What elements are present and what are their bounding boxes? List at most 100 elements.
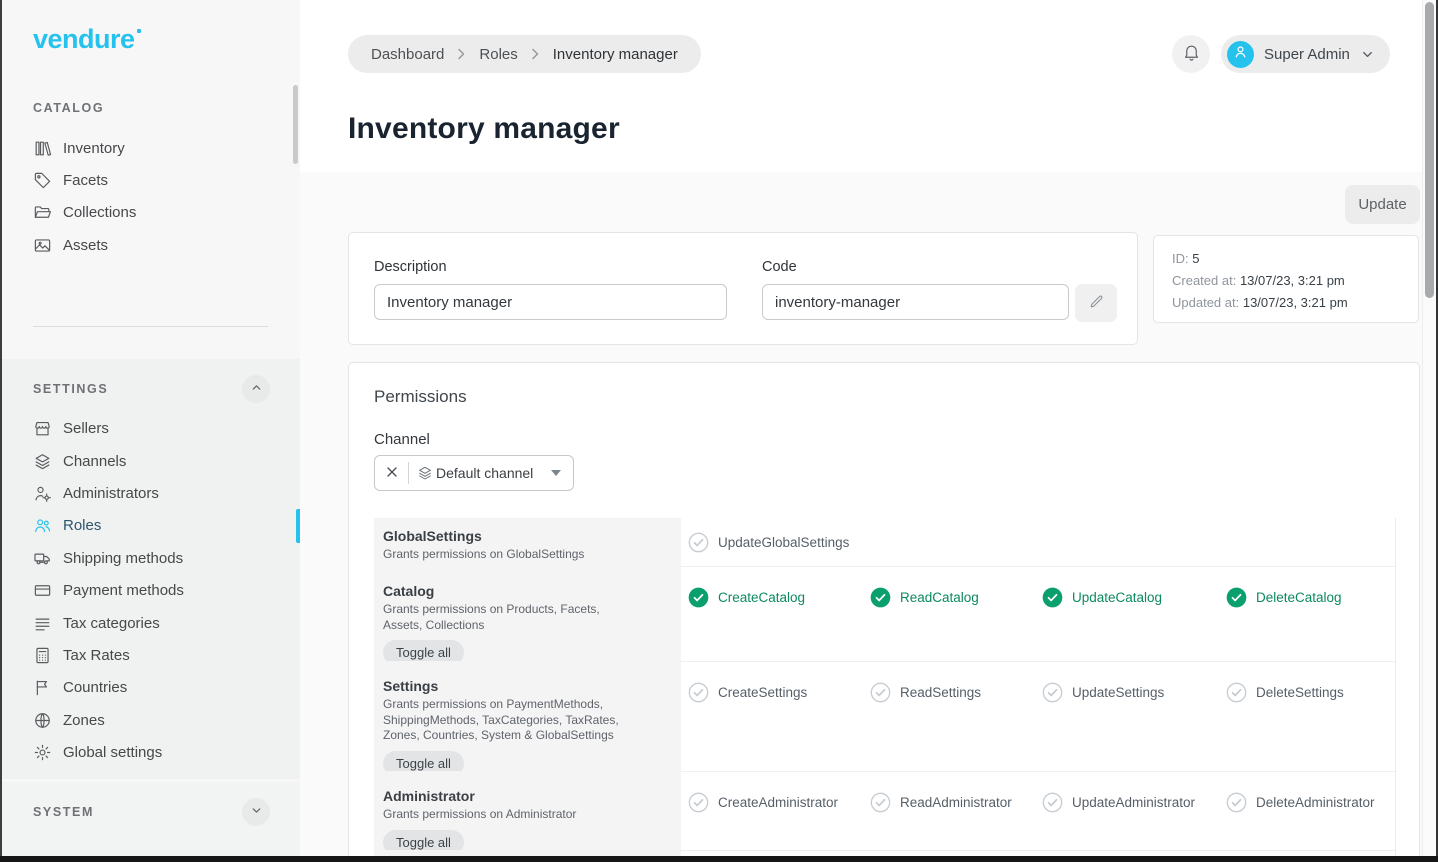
facets-icon [33,171,52,190]
sidebar-section-catalog: CATALOG InventoryFacetsCollectionsAssets [0,92,300,262]
channels-icon [33,452,52,471]
user-name: Super Admin [1264,46,1350,63]
meta-id: ID: 5 [1172,248,1400,270]
permission-readadministrator[interactable]: ReadAdministrator [870,791,1042,813]
permission-createsettings[interactable]: CreateSettings [688,681,870,703]
sidebar-scrollbar-thumb[interactable] [293,85,298,164]
sidebar-item-inventory[interactable]: Inventory [0,132,300,164]
sidebar-item-shipping-methods[interactable]: Shipping methods [0,542,300,574]
checked-circle-icon [1226,587,1247,608]
sidebar-item-zones[interactable]: Zones [0,704,300,736]
permission-createadministrator[interactable]: CreateAdministrator [688,791,870,813]
permission-group-info: CatalogGrants permissions on Products, F… [374,566,681,661]
permission-group-name: Catalog [383,583,641,599]
notifications-button[interactable] [1172,35,1210,73]
collapse-system-button[interactable] [242,798,270,826]
sidebar-item-administrators[interactable]: Administrators [0,477,300,509]
unchecked-circle-icon [688,682,709,703]
table-scrollbar-track[interactable] [1395,518,1396,862]
app-window: vendure CATALOG InventoryFacetsCollection… [0,0,1438,862]
permission-deletecatalog[interactable]: DeleteCatalog [1226,586,1396,608]
unchecked-circle-icon [870,682,891,703]
sidebar-item-countries[interactable]: Countries [0,672,300,704]
breadcrumb-inventory-manager: Inventory manager [553,46,678,63]
channels-icon [417,465,433,481]
page-title: Inventory manager [348,112,620,146]
permission-deletesettings[interactable]: DeleteSettings [1226,681,1396,703]
countries-icon [33,678,52,697]
permission-updateglobalsettings[interactable]: UpdateGlobalSettings [688,531,870,553]
unchecked-circle-icon [688,792,709,813]
user-menu[interactable]: Super Admin [1221,35,1390,73]
sidebar-item-roles[interactable]: Roles [0,510,300,542]
breadcrumb-dashboard[interactable]: Dashboard [371,46,444,63]
permission-updatecatalog[interactable]: UpdateCatalog [1042,586,1226,608]
sidebar-item-channels[interactable]: Channels [0,445,300,477]
page-scrollbar-thumb[interactable] [1425,2,1434,298]
sidebar-divider [33,326,268,327]
permission-deleteadministrator[interactable]: DeleteAdministrator [1226,791,1396,813]
checked-circle-icon [870,587,891,608]
assets-icon [33,236,52,255]
zones-icon [33,711,52,730]
chevron-down-icon [1360,47,1375,62]
content-area: Update Description Code [300,172,1422,862]
global-settings-icon [33,743,52,762]
top-header: Dashboard Roles Inventory manager Super Ad… [300,0,1422,94]
permission-updateadministrator[interactable]: UpdateAdministrator [1042,791,1226,813]
code-input[interactable] [762,284,1069,320]
permissions-card: Permissions Channel Default channel Glob… [348,362,1420,862]
channel-select[interactable]: Default channel [374,455,574,491]
vendure-logo[interactable]: vendure [33,24,141,55]
permission-row-catalog: CatalogGrants permissions on Products, F… [374,566,1396,661]
caret-down-icon [551,470,561,476]
breadcrumb-roles[interactable]: Roles [479,46,517,63]
permission-group-description: Grants permissions on Administrator [383,807,635,823]
pencil-icon [1088,293,1105,313]
permission-readsettings[interactable]: ReadSettings [870,681,1042,703]
code-label: Code [762,259,1117,275]
permission-group-info: SettingsGrants permissions on PaymentMet… [374,661,681,771]
permission-group-info: Administrator Grants permissions on Admin… [374,771,681,850]
updated-label: Updated at: [1172,295,1239,310]
section-label-catalog: CATALOG [33,101,104,115]
unchecked-circle-icon [688,532,709,553]
close-icon [387,464,397,482]
remove-channel-button[interactable] [375,464,408,482]
logo-text: vendure [33,24,135,54]
permission-readcatalog[interactable]: ReadCatalog [870,586,1042,608]
code-field: Code [762,259,1117,322]
description-label: Description [374,259,727,275]
user-icon [1232,43,1249,65]
sidebar-item-tax-categories[interactable]: Tax categories [0,607,300,639]
meta-updated: Updated at: 13/07/23, 3:21 pm [1172,292,1400,314]
sidebar-item-global-settings[interactable]: Global settings [0,736,300,768]
tax-categories-icon [33,614,52,633]
updated-value: 13/07/23, 3:21 pm [1243,295,1348,310]
permission-createcatalog[interactable]: CreateCatalog [688,586,870,608]
sidebar-section-settings: SETTINGS SellersChannelsAdministratorsRol… [0,359,300,779]
channel-label: Channel [374,431,430,448]
sidebar-item-collections[interactable]: Collections [0,197,300,229]
permission-group-name: Administrator [383,788,641,804]
sidebar-item-assets[interactable]: Assets [0,229,300,261]
collapse-settings-button[interactable] [242,375,270,403]
page-scrollbar[interactable] [1422,0,1436,856]
breadcrumb-separator-icon [457,48,466,60]
description-input[interactable] [374,284,727,320]
payment-methods-icon [33,581,52,600]
edit-code-button[interactable] [1075,284,1117,322]
sidebar: vendure CATALOG InventoryFacetsCollection… [0,0,300,862]
trademark-dot-icon [137,29,141,33]
permission-updatesettings[interactable]: UpdateSettings [1042,681,1226,703]
sidebar-item-sellers[interactable]: Sellers [0,413,300,445]
sidebar-item-payment-methods[interactable]: Payment methods [0,575,300,607]
avatar [1227,41,1254,68]
unchecked-circle-icon [1042,792,1063,813]
inventory-icon [33,139,52,158]
created-value: 13/07/23, 3:21 pm [1240,273,1345,288]
section-label-settings: SETTINGS [33,382,108,396]
sidebar-item-tax-rates[interactable]: Tax Rates [0,639,300,671]
update-button[interactable]: Update [1345,185,1420,224]
sidebar-item-facets[interactable]: Facets [0,164,300,196]
